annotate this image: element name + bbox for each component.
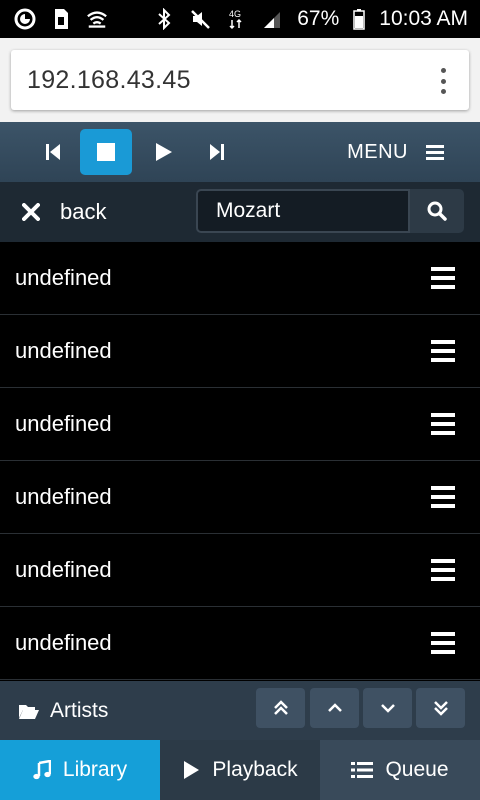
hamburger-icon xyxy=(426,145,444,160)
list-footer-toolbar: Artists xyxy=(0,681,480,740)
search-input[interactable] xyxy=(196,189,410,233)
chevron-up-icon xyxy=(327,703,342,712)
stop-icon xyxy=(97,143,115,161)
signal-icon xyxy=(261,8,283,30)
search-icon xyxy=(427,201,447,221)
lte-icon: 4G xyxy=(225,8,247,30)
scroll-top-button[interactable] xyxy=(256,688,305,728)
result-list: undefined undefined undefined undefined … xyxy=(0,242,480,680)
browser-bar: 192.168.43.45 xyxy=(0,38,480,122)
list-item[interactable]: undefined xyxy=(0,461,480,534)
status-bar: 4G 67% 10:03 AM xyxy=(0,0,480,38)
double-chevron-down-icon xyxy=(433,701,448,716)
back-label: back xyxy=(60,199,107,224)
row-menu-icon[interactable] xyxy=(431,632,455,654)
mute-icon xyxy=(189,8,211,30)
status-right-icons: 4G 67% 10:03 AM xyxy=(153,7,468,31)
back-button[interactable]: back xyxy=(22,182,106,242)
tab-label: Playback xyxy=(212,758,298,781)
status-left-icons xyxy=(14,8,108,30)
battery-icon xyxy=(353,8,366,30)
skip-next-icon xyxy=(210,144,224,160)
scroll-bottom-button[interactable] xyxy=(416,688,465,728)
circle-logo-icon xyxy=(14,8,36,30)
tab-queue[interactable]: Queue xyxy=(320,740,480,800)
list-item-label: undefined xyxy=(15,630,112,655)
bluetooth-icon xyxy=(153,8,175,30)
row-menu-icon[interactable] xyxy=(431,559,455,581)
list-item[interactable]: undefined xyxy=(0,607,480,680)
url-bar[interactable]: 192.168.43.45 xyxy=(11,50,469,110)
wifi-icon xyxy=(86,8,108,30)
battery-percent: 67% xyxy=(297,7,340,30)
list-item-label: undefined xyxy=(15,484,112,509)
list-item[interactable]: undefined xyxy=(0,315,480,388)
list-item-label: undefined xyxy=(15,557,112,582)
chevron-down-icon xyxy=(380,704,395,713)
menu-label: MENU xyxy=(347,140,408,163)
kebab-menu-icon[interactable] xyxy=(439,68,447,94)
list-item[interactable]: undefined xyxy=(0,242,480,315)
tab-label: Library xyxy=(62,758,128,781)
list-item[interactable]: undefined xyxy=(0,534,480,607)
music-note-icon xyxy=(33,760,51,780)
row-menu-icon[interactable] xyxy=(431,267,455,289)
list-item-label: undefined xyxy=(15,411,112,436)
list-item-label: undefined xyxy=(15,338,112,363)
play-button[interactable] xyxy=(137,129,189,175)
player-toolbar: MENU xyxy=(0,122,480,182)
stop-button[interactable] xyxy=(80,129,132,175)
previous-button[interactable] xyxy=(27,129,79,175)
bottom-tabs: Library Playback Queue xyxy=(0,740,480,800)
row-menu-icon[interactable] xyxy=(431,486,455,508)
list-item-label: undefined xyxy=(15,265,112,290)
tab-label: Queue xyxy=(385,758,449,781)
row-menu-icon[interactable] xyxy=(431,413,455,435)
sim-icon xyxy=(50,8,72,30)
close-icon xyxy=(22,203,40,221)
play-icon xyxy=(156,143,172,161)
search-row: back xyxy=(0,182,480,242)
skip-previous-icon xyxy=(46,144,60,160)
scroll-up-button[interactable] xyxy=(310,688,359,728)
section-indicator: Artists xyxy=(18,681,108,740)
svg-text:4G: 4G xyxy=(229,9,241,19)
search-button[interactable] xyxy=(410,189,464,233)
next-button[interactable] xyxy=(191,129,243,175)
list-icon xyxy=(351,762,374,778)
tab-playback[interactable]: Playback xyxy=(160,740,320,800)
section-label: Artists xyxy=(50,698,109,722)
tab-library[interactable]: Library xyxy=(0,740,160,800)
folder-open-icon xyxy=(19,704,39,719)
clock: 10:03 AM xyxy=(379,7,468,30)
scroll-down-button[interactable] xyxy=(363,688,412,728)
url-text[interactable]: 192.168.43.45 xyxy=(27,66,191,95)
list-item[interactable]: undefined xyxy=(0,388,480,461)
row-menu-icon[interactable] xyxy=(431,340,455,362)
menu-button[interactable]: MENU xyxy=(347,122,444,182)
double-chevron-up-icon xyxy=(273,700,288,715)
play-icon xyxy=(184,761,200,779)
